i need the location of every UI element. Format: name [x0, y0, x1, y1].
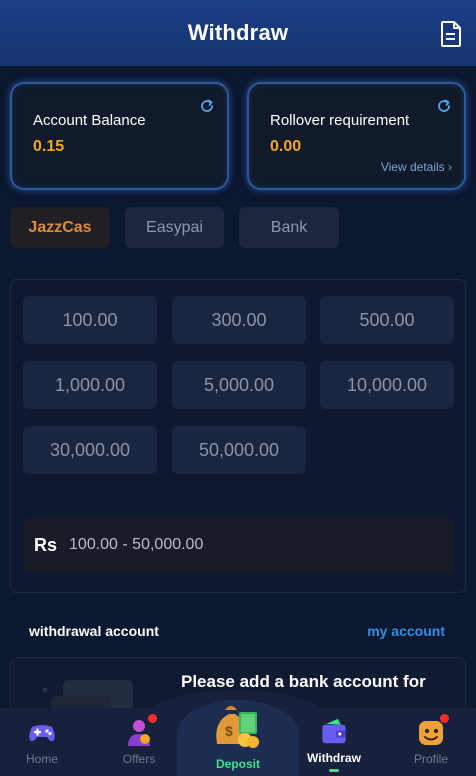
rollover-value: 0.00	[270, 138, 302, 155]
gamepad-icon	[29, 725, 55, 742]
amount-option-300[interactable]: 300.00	[172, 296, 306, 344]
tab-jazzcash[interactable]: JazzCas	[10, 207, 110, 248]
account-balance-card: Account Balance 0.15	[10, 82, 229, 190]
my-account-link[interactable]: my account	[367, 623, 445, 639]
profile-notification-dot	[440, 714, 449, 723]
profile-face-icon	[415, 714, 449, 748]
withdrawal-account-label: withdrawal account	[29, 623, 159, 639]
money-bag-icon[interactable]: $	[211, 700, 261, 748]
wallet-icon	[322, 718, 346, 744]
currency-symbol: Rs	[34, 534, 58, 555]
tab-bank[interactable]: Bank	[239, 207, 339, 248]
refresh-icon[interactable]	[199, 98, 215, 114]
view-details-link[interactable]: View details ›	[381, 160, 452, 174]
page-title: Withdraw	[187, 20, 289, 45]
tab-easypaisa[interactable]: Easypai	[125, 207, 224, 248]
amount-option-50000[interactable]: 50,000.00	[172, 426, 306, 474]
amount-option-100[interactable]: 100.00	[23, 296, 157, 344]
nav-offers-label: Offers	[122, 752, 156, 766]
amount-range-placeholder: 100.00 - 50,000.00	[69, 536, 204, 553]
amount-option-30000[interactable]: 30,000.00	[23, 426, 157, 474]
offers-icon	[123, 714, 157, 748]
offers-notification-dot	[148, 714, 157, 723]
account-balance-label: Account Balance	[33, 112, 146, 129]
document-icon[interactable]	[440, 21, 462, 47]
svg-text:$: $	[225, 723, 233, 739]
nav-profile[interactable]: Profile	[391, 714, 471, 772]
amount-option-1000[interactable]: 1,000.00	[23, 361, 157, 409]
active-indicator	[329, 769, 339, 772]
amount-panel: 100.00 300.00 500.00 1,000.00 5,000.00 1…	[10, 279, 466, 593]
nav-home-label: Home	[25, 752, 58, 766]
rollover-label: Rollover requirement	[270, 112, 410, 129]
nav-home[interactable]: Home	[2, 716, 82, 772]
nav-deposit-label[interactable]: Deposit	[216, 757, 260, 771]
amount-option-10000[interactable]: 10,000.00	[320, 361, 454, 409]
amount-input[interactable]: Rs 100.00 - 50,000.00	[23, 518, 454, 572]
nav-profile-label: Profile	[413, 752, 448, 766]
refresh-icon[interactable]	[436, 98, 452, 114]
nav-withdraw-label: Withdraw	[307, 751, 361, 766]
account-balance-value: 0.15	[33, 138, 65, 155]
amount-option-500[interactable]: 500.00	[320, 296, 454, 344]
amount-option-5000[interactable]: 5,000.00	[172, 361, 306, 409]
nav-withdraw[interactable]: Withdraw	[294, 716, 374, 772]
rollover-requirement-card: Rollover requirement 0.00 View details ›	[247, 82, 466, 190]
header-bar: Withdraw	[0, 0, 476, 66]
nav-offers[interactable]: Offers	[99, 714, 179, 772]
